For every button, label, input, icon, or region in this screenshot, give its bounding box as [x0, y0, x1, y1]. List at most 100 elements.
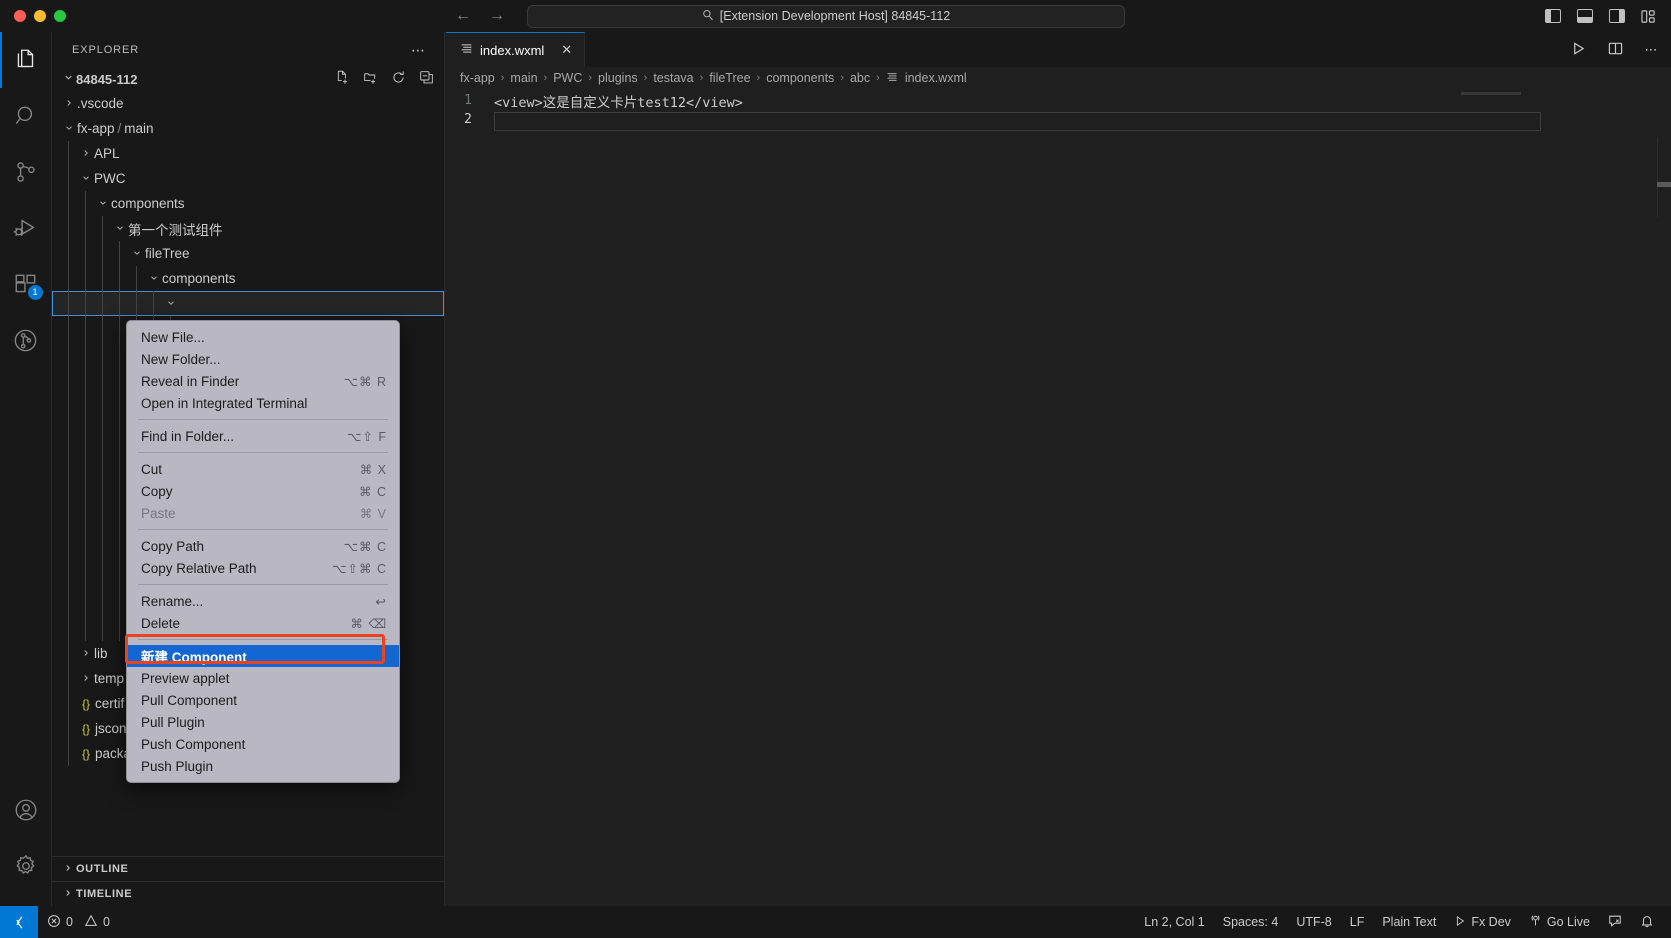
- tree-item[interactable]: [52, 291, 444, 316]
- activitybar-item-accounts[interactable]: [0, 782, 52, 838]
- menu-item-new-folder[interactable]: New Folder...: [127, 348, 399, 370]
- forward-arrow-icon[interactable]: →: [489, 8, 505, 24]
- status-cursor-position[interactable]: Ln 2, Col 1: [1135, 906, 1213, 938]
- menu-item-copy-relative-path[interactable]: Copy Relative Path ⌥⇧⌘ C: [127, 557, 399, 579]
- activitybar-item-explorer[interactable]: [0, 32, 52, 88]
- breadcrumb-item[interactable]: testava: [653, 71, 693, 85]
- run-icon[interactable]: [1571, 41, 1586, 59]
- activitybar-item-manage[interactable]: [0, 838, 52, 894]
- breadcrumb-item[interactable]: fx-app: [460, 71, 495, 85]
- panel-timeline[interactable]: TIMELINE: [52, 881, 444, 906]
- extensions-badge: 1: [27, 285, 43, 300]
- breadcrumb-item[interactable]: components: [766, 71, 834, 85]
- chevron-right-icon[interactable]: [60, 98, 77, 110]
- menu-item-push-plugin[interactable]: Push Plugin: [127, 755, 399, 777]
- menu-item-copy-path[interactable]: Copy Path ⌥⌘ C: [127, 535, 399, 557]
- status-encoding[interactable]: UTF-8: [1287, 906, 1340, 938]
- breadcrumb-item[interactable]: plugins: [598, 71, 638, 85]
- minimize-window-button[interactable]: [34, 10, 46, 22]
- menu-item-rename[interactable]: Rename... ↩: [127, 590, 399, 612]
- menu-item-delete[interactable]: Delete ⌘ ⌫: [127, 612, 399, 634]
- breadcrumb[interactable]: fx-app › main › PWC › plugins › testava › fileTree…: [446, 67, 1671, 89]
- explorer-more-actions-icon[interactable]: ⋯: [411, 43, 426, 57]
- status-language-mode[interactable]: Plain Text: [1373, 906, 1445, 938]
- navigation-arrows[interactable]: ← →: [455, 8, 505, 24]
- toggle-secondary-sidebar-icon[interactable]: [1609, 9, 1625, 23]
- status-indentation[interactable]: Spaces: 4: [1214, 906, 1288, 938]
- tree-item-components[interactable]: components: [52, 266, 444, 291]
- menu-item-open-in-integrated-terminal[interactable]: Open in Integrated Terminal: [127, 392, 399, 414]
- menu-item-copy[interactable]: Copy ⌘ C: [127, 480, 399, 502]
- activitybar-item-run-and-debug[interactable]: [0, 200, 52, 256]
- chevron-down-icon[interactable]: [60, 123, 77, 135]
- menu-item-component[interactable]: 新建 Component: [127, 645, 399, 667]
- workspace-root-row[interactable]: 84845-112: [52, 67, 444, 91]
- status-feedback[interactable]: [1599, 906, 1631, 938]
- menu-item-push-component[interactable]: Push Component: [127, 733, 399, 755]
- tree-item-components[interactable]: components: [52, 191, 444, 216]
- more-actions-icon[interactable]: ⋯: [1645, 43, 1660, 56]
- chevron-down-icon[interactable]: [77, 173, 94, 185]
- status-eol[interactable]: LF: [1341, 906, 1374, 938]
- explorer-context-menu[interactable]: New File... New Folder... Reveal in Finder…: [126, 320, 400, 783]
- status-problems[interactable]: 0 0: [38, 906, 119, 938]
- new-folder-icon[interactable]: [363, 70, 378, 88]
- menu-item-cut[interactable]: Cut ⌘ X: [127, 458, 399, 480]
- menu-item-find-in-folder[interactable]: Find in Folder... ⌥⇧ F: [127, 425, 399, 447]
- breadcrumb-item[interactable]: main: [510, 71, 537, 85]
- menu-item-pull-component[interactable]: Pull Component: [127, 689, 399, 711]
- code-editor[interactable]: 1 <view>这是自定义卡片test12</view> 2: [446, 89, 1671, 131]
- breadcrumb-item[interactable]: fileTree: [709, 71, 750, 85]
- chevron-down-icon[interactable]: [94, 198, 111, 210]
- chevron-right-icon[interactable]: [77, 648, 94, 660]
- new-file-icon[interactable]: [335, 70, 350, 88]
- xml-file-icon: [886, 71, 898, 86]
- maximize-window-button[interactable]: [54, 10, 66, 22]
- status-fx-dev[interactable]: Fx Dev: [1445, 906, 1520, 938]
- back-arrow-icon[interactable]: ←: [455, 8, 471, 24]
- activitybar-item-search[interactable]: [0, 88, 52, 144]
- menu-item-new-file[interactable]: New File...: [127, 326, 399, 348]
- chevron-right-icon[interactable]: [77, 148, 94, 160]
- tree-item-pwc[interactable]: PWC: [52, 166, 444, 191]
- activitybar-item-extensions[interactable]: 1: [0, 256, 52, 312]
- chevron-down-icon[interactable]: [60, 72, 76, 86]
- split-editor-icon[interactable]: [1608, 41, 1623, 59]
- json-file-icon: {}: [81, 746, 90, 761]
- tree-item-filetree[interactable]: fileTree: [52, 241, 444, 266]
- chevron-down-icon[interactable]: [111, 223, 128, 235]
- menu-item-reveal-in-finder[interactable]: Reveal in Finder ⌥⌘ R: [127, 370, 399, 392]
- collapse-all-icon[interactable]: [419, 70, 434, 88]
- toggle-panel-icon[interactable]: [1577, 9, 1593, 23]
- command-center[interactable]: [Extension Development Host] 84845-112: [527, 4, 1125, 28]
- editor-scrollbar[interactable]: [1657, 137, 1671, 217]
- tree-item-vscode[interactable]: .vscode: [52, 91, 444, 116]
- panel-outline[interactable]: OUTLINE: [52, 856, 444, 881]
- breadcrumb-item[interactable]: PWC: [553, 71, 582, 85]
- chevron-down-icon[interactable]: [145, 273, 162, 285]
- tree-item-[interactable]: 第一个测试组件: [52, 216, 444, 241]
- chevron-right-icon[interactable]: [77, 673, 94, 685]
- breadcrumb-item[interactable]: abc: [850, 71, 870, 85]
- refresh-icon[interactable]: [391, 70, 406, 88]
- window-controls[interactable]: [0, 10, 90, 22]
- chevron-down-icon[interactable]: [162, 298, 179, 310]
- tree-item-apl[interactable]: APL: [52, 141, 444, 166]
- status-go-live[interactable]: Go Live: [1520, 906, 1599, 938]
- tab-index-wxml[interactable]: index.wxml ✕: [446, 32, 586, 67]
- customize-layout-icon[interactable]: [1641, 9, 1657, 23]
- status-notifications[interactable]: [1631, 906, 1663, 938]
- menu-item-preview-applet[interactable]: Preview applet: [127, 667, 399, 689]
- tree-item-fx-app[interactable]: fx-app / main: [52, 116, 444, 141]
- remote-window-icon[interactable]: [0, 906, 38, 938]
- activitybar-item-source-control[interactable]: [0, 144, 52, 200]
- activitybar-item-fx-plugin[interactable]: [0, 312, 52, 368]
- toggle-primary-sidebar-icon[interactable]: [1545, 9, 1561, 23]
- chevron-down-icon[interactable]: [128, 248, 145, 260]
- close-window-button[interactable]: [14, 10, 26, 22]
- editor-scrollbar-thumb[interactable]: [1657, 182, 1671, 187]
- status-cursor-position-label: Ln 2, Col 1: [1144, 915, 1205, 929]
- menu-item-pull-plugin[interactable]: Pull Plugin: [127, 711, 399, 733]
- breadcrumb-item[interactable]: index.wxml: [905, 71, 967, 85]
- close-icon[interactable]: ✕: [561, 42, 572, 58]
